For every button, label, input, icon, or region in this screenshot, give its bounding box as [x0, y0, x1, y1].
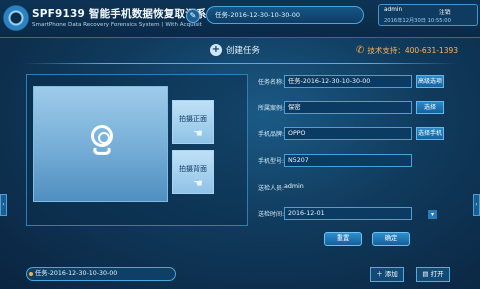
phone-icon: ✆ — [356, 45, 365, 56]
plus-icon: ＋ — [376, 270, 383, 278]
edit-pen-icon[interactable]: ✎ — [186, 9, 200, 23]
bottom-task-tab[interactable]: 任务-2016-12-30-10-30-00 — [26, 267, 176, 281]
task-name-input[interactable]: 任务-2016-12-30-10-30-00 — [284, 75, 412, 88]
right-expand-handle[interactable]: ‹ — [473, 194, 480, 216]
support-phone: 技术支持：400-631-1393 — [367, 46, 459, 55]
pointer-hand-icon: ☚ — [193, 177, 203, 190]
camera-preview — [33, 86, 168, 202]
current-task-tab[interactable]: 任务-2016-12-30-10-30-00 — [206, 6, 364, 24]
case-input[interactable]: 保密 — [284, 101, 412, 114]
open-label: 打开 — [430, 270, 444, 278]
capture-front-label: 拍摄正面 — [179, 115, 207, 123]
app-subtitle: SmartPhone Data Recovery Forensics Syste… — [32, 22, 202, 28]
datetime-display: 2016年12月30日 10:55:00 — [384, 18, 451, 24]
app-header: SPF9139 智能手机数据恢复取证系统 SmartPhone Data Rec… — [0, 0, 480, 38]
date-value: 2016-12-01 — [288, 210, 325, 217]
select-phone-button[interactable]: 选择手机 — [416, 127, 444, 140]
sender-value: admin — [284, 183, 304, 190]
capture-back-button[interactable]: 拍摄背面 ☚ — [172, 150, 214, 194]
folder-icon: ▤ — [422, 270, 429, 278]
date-select[interactable]: 2016-12-01 ▾ — [284, 207, 437, 220]
open-button[interactable]: ▤ 打开 — [416, 267, 450, 282]
logout-button[interactable]: 注销 — [439, 7, 451, 16]
user-panel: admin 注销 2016年12月30日 10:55:00 — [378, 4, 478, 26]
support-info: ✆ 技术支持：400-631-1393 — [356, 45, 458, 56]
create-task-heading: + 创建任务 — [210, 44, 260, 58]
add-button[interactable]: ＋ 添加 — [370, 267, 404, 282]
select-case-button[interactable]: 选择 — [416, 101, 444, 114]
capture-back-label: 拍摄背面 — [179, 165, 207, 173]
camera-icon — [91, 125, 113, 147]
reset-button[interactable]: 重置 — [324, 232, 362, 246]
plus-icon: + — [210, 44, 222, 56]
capture-front-button[interactable]: 拍摄正面 ☚ — [172, 100, 214, 144]
model-input[interactable]: N5207 — [284, 154, 412, 167]
chevron-down-icon[interactable]: ▾ — [428, 210, 437, 219]
add-label: 添加 — [384, 270, 398, 278]
advanced-options-button[interactable]: 高级选项 — [416, 75, 444, 88]
pointer-hand-icon: ☚ — [193, 127, 203, 140]
header-divider — [22, 63, 458, 64]
camera-stand-icon — [92, 147, 112, 155]
confirm-button[interactable]: 确定 — [372, 232, 410, 246]
create-task-label: 创建任务 — [226, 46, 261, 56]
brand-input[interactable]: OPPO — [284, 127, 412, 140]
app-logo — [3, 5, 29, 31]
left-expand-handle[interactable]: › — [0, 194, 7, 216]
username: admin — [384, 7, 403, 13]
